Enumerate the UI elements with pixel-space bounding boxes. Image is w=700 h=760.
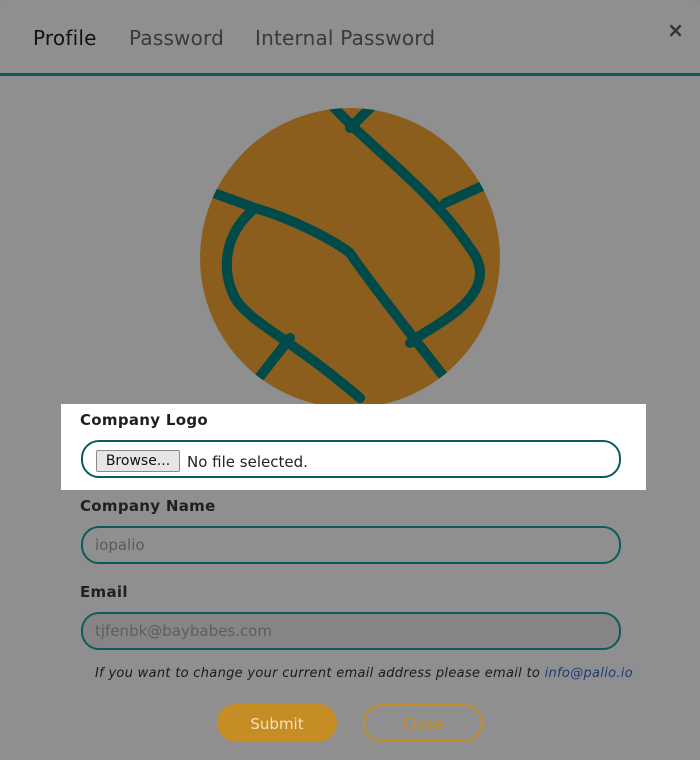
file-status-text: No file selected. [187, 453, 308, 471]
email-change-hint: If you want to change your current email… [95, 666, 633, 681]
close-icon[interactable]: × [667, 18, 684, 42]
company-name-label: Company Name [80, 497, 216, 515]
email-label: Email [80, 583, 128, 601]
company-logo-label: Company Logo [80, 411, 208, 429]
company-logo-image [200, 108, 500, 408]
modal-tabs: Profile Password Internal Password × [0, 0, 700, 76]
tab-profile[interactable]: Profile [33, 26, 97, 50]
company-name-value: iopalio [95, 536, 145, 554]
support-email-link[interactable]: info@palio.io [545, 666, 633, 681]
profile-modal: Profile Password Internal Password × Com… [0, 0, 700, 760]
email-field[interactable]: tjfenbk@baybabes.com [81, 612, 621, 650]
submit-button[interactable]: Submit [217, 704, 337, 742]
hint-text: If you want to change your current email… [95, 666, 545, 681]
tab-password[interactable]: Password [129, 26, 224, 50]
email-value: tjfenbk@baybabes.com [95, 622, 272, 640]
company-logo-file-input[interactable]: Browse... No file selected. [81, 440, 621, 478]
browse-button[interactable]: Browse... [96, 450, 180, 472]
ball-logo-icon [200, 108, 500, 408]
close-button[interactable]: Close [363, 704, 483, 742]
tab-internal-password[interactable]: Internal Password [255, 26, 435, 50]
company-name-field[interactable]: iopalio [81, 526, 621, 564]
